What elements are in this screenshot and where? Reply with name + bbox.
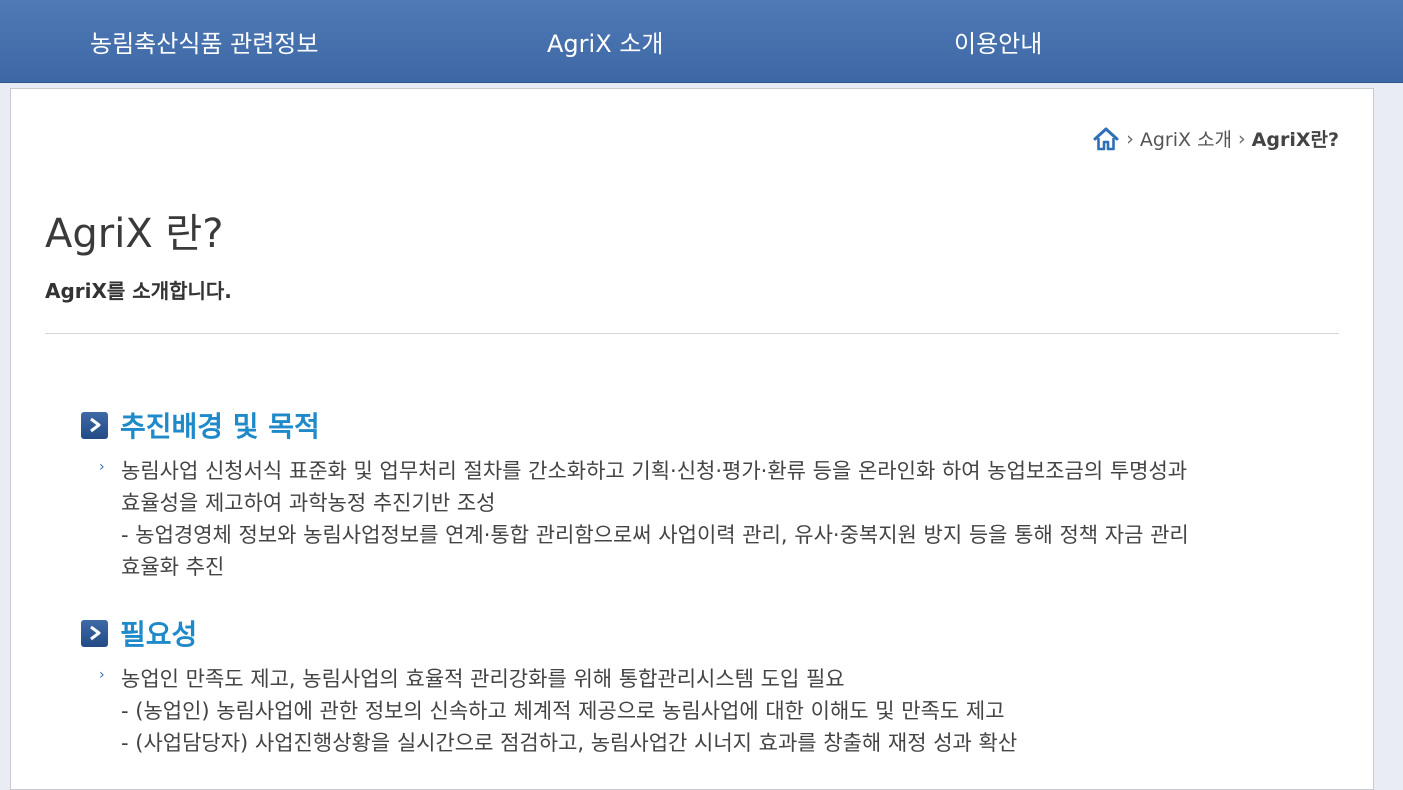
- text-line: - (농업인) 농림사업에 관한 정보의 신속하고 체계적 제공으로 농림사업에…: [121, 699, 1005, 723]
- nav-item-agri-food-info[interactable]: 농림축산식품 관련정보: [90, 24, 318, 59]
- nav-item-usage-guide[interactable]: 이용안내: [954, 24, 1042, 59]
- bullet-block: › 농림사업 신청서식 표준화 및 업무처리 절차를 간소화하고 기획·신청·평…: [81, 455, 1311, 583]
- text-line: 농업인 만족도 제고, 농림사업의 효율적 관리강화를 위해 통합관리시스템 도…: [121, 667, 845, 691]
- breadcrumb-current: AgriX란?: [1251, 129, 1339, 151]
- divider: [45, 333, 1339, 334]
- page-title: AgriX 란?: [45, 211, 224, 257]
- breadcrumb: › AgriX 소개 › AgriX란?: [1092, 125, 1339, 152]
- text-line: 농림사업 신청서식 표준화 및 업무처리 절차를 간소화하고 기획·신청·평가·…: [121, 459, 1188, 483]
- text-line: 효율성을 제고하여 과학농정 추진기반 조성: [121, 491, 496, 515]
- bullet-chevron-icon: ›: [99, 667, 105, 683]
- text-line: - 농업경영체 정보와 농림사업정보를 연계·통합 관리함으로써 사업이력 관리…: [121, 523, 1189, 547]
- section-title-text: 추진배경 및 목적: [120, 410, 320, 443]
- content-panel: › AgriX 소개 › AgriX란? AgriX 란? AgriX를 소개합…: [10, 88, 1374, 790]
- bullet-chevron-icon: ›: [99, 459, 105, 475]
- top-navigation-bar: 농림축산식품 관련정보 AgriX 소개 이용안내: [0, 0, 1403, 83]
- arrow-right-box-icon: [81, 619, 108, 647]
- text-line: - (사업담당자) 사업진행상황을 실시간으로 점검하고, 농림사업간 시너지 …: [121, 731, 1018, 755]
- bullet-block: › 농업인 만족도 제고, 농림사업의 효율적 관리강화를 위해 통합관리시스템…: [81, 663, 1311, 759]
- section-title: 추진배경 및 목적: [81, 405, 1311, 445]
- chevron-right-icon: ›: [1238, 127, 1246, 150]
- section-background-purpose: 추진배경 및 목적 › 농림사업 신청서식 표준화 및 업무처리 절차를 간소화…: [81, 405, 1311, 583]
- section-title: 필요성: [81, 613, 1311, 653]
- home-icon[interactable]: [1092, 126, 1120, 152]
- nav-item-agrix-intro[interactable]: AgriX 소개: [547, 24, 663, 59]
- section-necessity: 필요성 › 농업인 만족도 제고, 농림사업의 효율적 관리강화를 위해 통합관…: [81, 613, 1311, 759]
- arrow-right-box-icon: [81, 411, 108, 439]
- section-title-text: 필요성: [120, 618, 198, 651]
- page-subtitle: AgriX를 소개합니다.: [45, 279, 232, 303]
- text-line: 효율화 추진: [121, 555, 225, 579]
- breadcrumb-agrix-intro[interactable]: AgriX 소개: [1140, 125, 1232, 152]
- chevron-right-icon: ›: [1126, 127, 1134, 150]
